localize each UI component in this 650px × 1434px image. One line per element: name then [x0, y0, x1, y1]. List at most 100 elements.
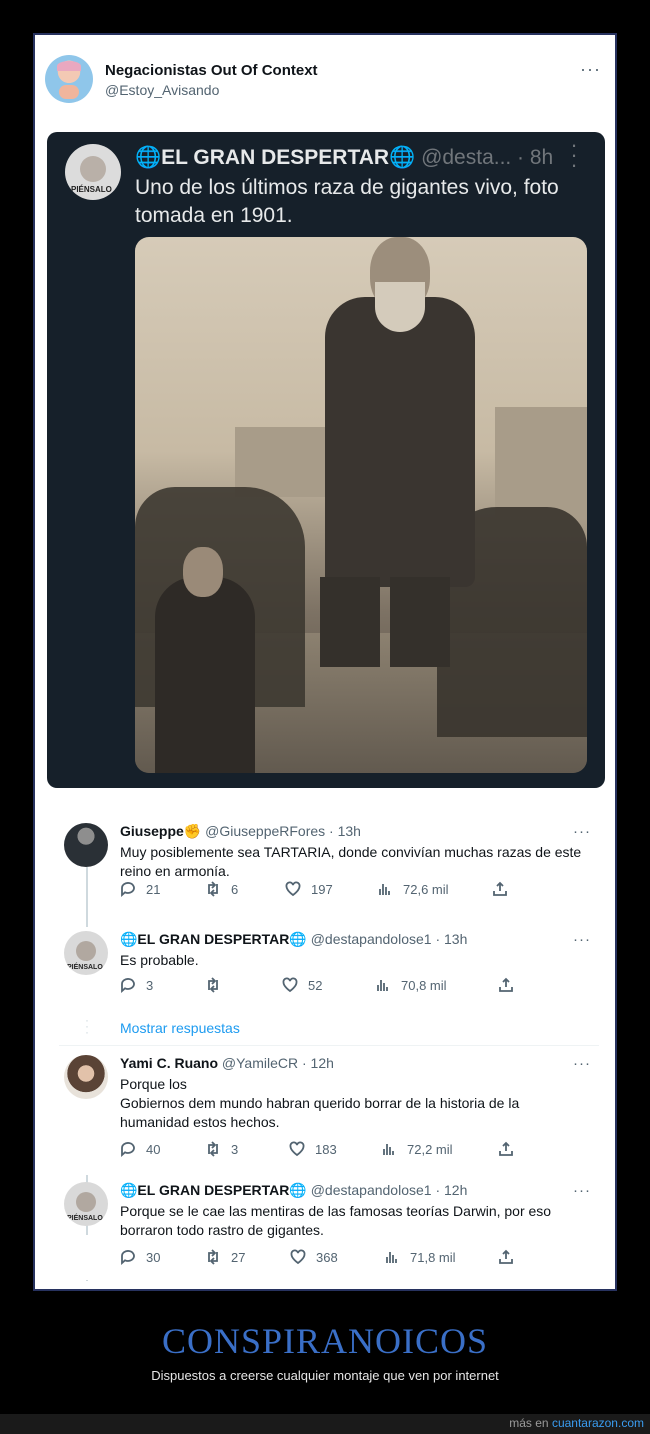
- page-subtitle: Dispuestos a creerse cualquier montaje q…: [151, 1368, 499, 1383]
- reply-text: Es probable.: [120, 952, 199, 968]
- views-button[interactable]: 72,6 mil: [377, 881, 449, 897]
- retweet-count: 27: [231, 1249, 246, 1265]
- reply-more-icon[interactable]: ···: [573, 1055, 591, 1072]
- reply-button[interactable]: 21: [120, 881, 160, 897]
- views-count: 71,8 mil: [410, 1249, 456, 1265]
- views-count: 70,8 mil: [401, 977, 447, 993]
- reply-actions: 21 6 197 72,6 mil: [120, 881, 540, 901]
- reply-more-icon[interactable]: ···: [573, 823, 591, 840]
- like-button[interactable]: 183: [289, 1141, 337, 1157]
- avatar-text: PIÉNSALO: [67, 1215, 103, 1222]
- heart-icon: [282, 977, 298, 993]
- views-icon: [383, 1144, 394, 1155]
- page-title: CONSPIRANOICOS: [161, 1321, 489, 1361]
- heart-icon: [290, 1249, 306, 1265]
- photo-giant-beard: [375, 282, 425, 332]
- reply-name[interactable]: Yami C. Ruano: [120, 1055, 218, 1071]
- like-button[interactable]: 197: [285, 881, 333, 897]
- share-icon: [499, 1249, 513, 1264]
- avatar-hair: [57, 61, 81, 71]
- like-count: 183: [315, 1141, 337, 1157]
- more-options-icon[interactable]: ···: [580, 59, 601, 80]
- like-button[interactable]: 368: [290, 1249, 338, 1265]
- reply-handle[interactable]: @GiuseppeRFores · 13h: [205, 823, 361, 839]
- views-icon: [386, 1252, 397, 1263]
- reply-more-icon[interactable]: ···: [573, 931, 591, 948]
- embed-time: · 8h: [517, 146, 554, 169]
- views-button[interactable]: 70,8 mil: [375, 977, 447, 993]
- author-handle[interactable]: @Estoy_Avisando: [105, 82, 219, 98]
- divider: [59, 1045, 599, 1046]
- reply-count: 3: [146, 977, 154, 993]
- reply-item[interactable]: Yami C. Ruano @YamileCR · 12h ··· Porque…: [59, 1055, 599, 1165]
- footer-more-prefix: más en: [509, 1416, 549, 1430]
- reply-header: Yami C. Ruano @YamileCR · 12h: [120, 1055, 334, 1071]
- avatar-hand: [59, 85, 79, 99]
- reply-item[interactable]: Giuseppe✊ @GiuseppeRFores · 13h ··· Muy …: [59, 823, 599, 923]
- reply-actions: 30 27 368 71,8 mil: [120, 1249, 540, 1269]
- share-icon: [493, 881, 507, 896]
- like-count: 197: [311, 881, 333, 897]
- comment-icon: [121, 882, 135, 897]
- reply-handle[interactable]: @destapandolose1 · 13h: [311, 931, 468, 947]
- share-icon: [499, 977, 513, 992]
- reply-text: Porque se le cae las mentiras de las fam…: [120, 1203, 552, 1238]
- reply-handle[interactable]: @destapandolose1 · 12h: [311, 1182, 468, 1198]
- embed-handle: @desta...: [421, 146, 512, 169]
- retweet-button[interactable]: 3: [205, 1141, 238, 1157]
- reply-avatar[interactable]: PIÉNSALO: [64, 931, 108, 975]
- avatar-face: [76, 1192, 96, 1212]
- avatar-face: [80, 156, 106, 182]
- retweet-button[interactable]: 6: [205, 881, 238, 897]
- like-button[interactable]: 52: [282, 977, 322, 993]
- author-name[interactable]: Negacionistas Out Of Context: [105, 62, 318, 79]
- reply-avatar[interactable]: [64, 1055, 108, 1099]
- share-button[interactable]: [498, 1141, 514, 1157]
- photo-giant-leg: [320, 577, 380, 667]
- footer-more: más en cuantarazon.com: [509, 1416, 644, 1430]
- reply-item[interactable]: PIÉNSALO 🌐EL GRAN DESPERTAR🌐 @destapando…: [59, 1182, 599, 1282]
- reply-handle[interactable]: @YamileCR · 12h: [222, 1055, 334, 1071]
- reply-button[interactable]: 3: [120, 977, 153, 993]
- reply-avatar[interactable]: PIÉNSALO: [64, 1182, 108, 1226]
- comment-icon: [121, 1250, 135, 1265]
- reply-item[interactable]: PIÉNSALO 🌐EL GRAN DESPERTAR🌐 @destapando…: [59, 931, 599, 1011]
- retweet-count: 3: [231, 1141, 239, 1157]
- reply-count: 21: [146, 881, 161, 897]
- retweet-icon: [208, 1249, 218, 1265]
- reply-more-icon[interactable]: ···: [573, 1182, 591, 1199]
- views-count: 72,6 mil: [403, 881, 449, 897]
- retweet-button[interactable]: [205, 977, 231, 993]
- photo-man: [155, 577, 255, 773]
- views-button[interactable]: 71,8 mil: [384, 1249, 456, 1265]
- author-avatar[interactable]: [45, 55, 93, 103]
- reply-button[interactable]: 30: [120, 1249, 160, 1265]
- reply-name[interactable]: 🌐EL GRAN DESPERTAR🌐: [120, 1182, 307, 1198]
- show-replies-link[interactable]: Mostrar respuestas: [120, 1020, 240, 1036]
- share-button[interactable]: [492, 881, 508, 897]
- reply-avatar[interactable]: [64, 823, 108, 867]
- embed-avatar: PIÉNSALO: [65, 144, 121, 200]
- share-button[interactable]: [498, 977, 514, 993]
- like-count: 368: [316, 1249, 338, 1265]
- avatar-text: PIÉNSALO: [71, 185, 112, 194]
- reply-button[interactable]: 40: [120, 1141, 160, 1157]
- heart-icon: [285, 881, 301, 897]
- avatar-face: [76, 941, 96, 961]
- share-button[interactable]: [498, 1249, 514, 1265]
- reply-header: Giuseppe✊ @GiuseppeRFores · 13h: [120, 823, 361, 840]
- share-icon: [499, 1141, 513, 1156]
- reply-name[interactable]: Giuseppe✊: [120, 823, 201, 839]
- retweet-icon: [208, 977, 218, 993]
- views-count: 72,2 mil: [407, 1141, 453, 1157]
- embed-more-icon: · · ·: [570, 132, 578, 177]
- views-button[interactable]: 72,2 mil: [381, 1141, 453, 1157]
- reply-text: Porque los Gobiernos dem mundo habran qu…: [120, 1076, 520, 1130]
- embedded-screenshot: PIÉNSALO 🌐EL GRAN DESPERTAR🌐 @desta... ·…: [47, 132, 605, 788]
- footer-link[interactable]: cuantarazon.com: [552, 1416, 644, 1430]
- retweet-button[interactable]: 27: [205, 1249, 245, 1265]
- tweet-header: Negacionistas Out Of Context @Estoy_Avis…: [45, 55, 605, 111]
- reply-name[interactable]: 🌐EL GRAN DESPERTAR🌐: [120, 931, 307, 947]
- reply-count: 40: [146, 1141, 161, 1157]
- heart-icon: [289, 1141, 305, 1157]
